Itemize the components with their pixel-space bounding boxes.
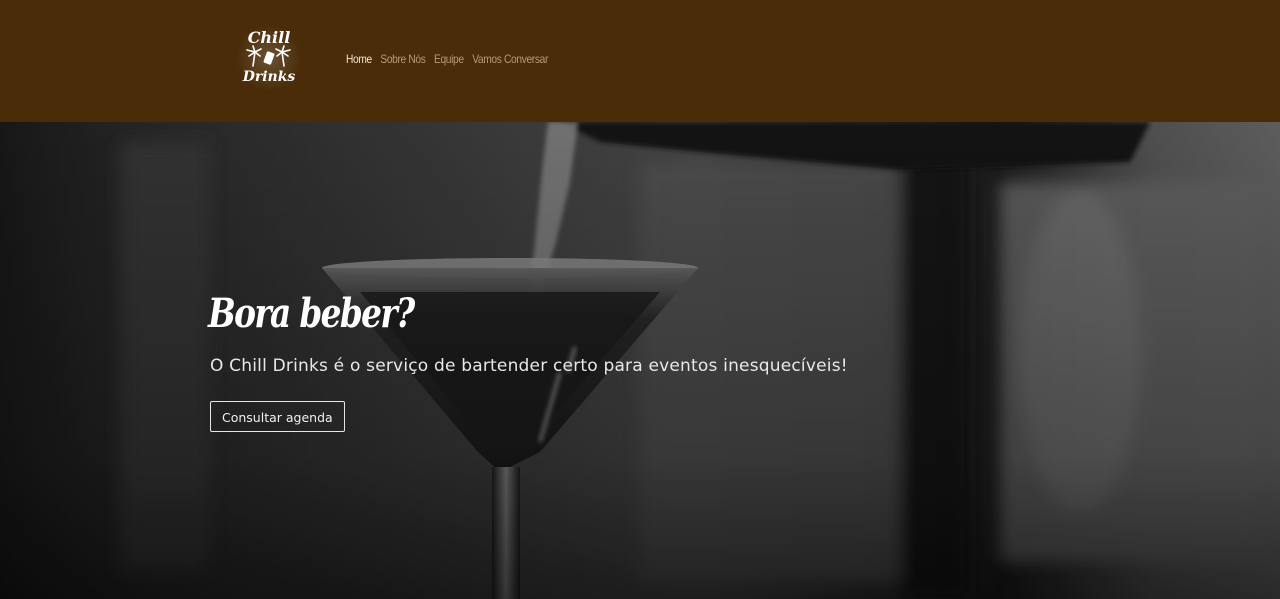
- nav-item-home[interactable]: Home: [346, 52, 372, 66]
- logo-text-line1: Chill: [248, 28, 291, 47]
- logo-emblem-icon: Chill Drinks: [236, 25, 302, 91]
- hero-subtitle: O Chill Drinks é o serviço de bartender …: [210, 356, 848, 376]
- logo-text-line2: Drinks: [242, 69, 296, 85]
- main-nav: Home Sobre Nós Equipe Vamos Conversar: [346, 52, 548, 66]
- nav-item-equipe[interactable]: Equipe: [434, 52, 464, 66]
- hero-title: Bora beber?: [208, 290, 415, 337]
- brand-logo[interactable]: Chill Drinks: [234, 22, 304, 92]
- navbar: Chill Drinks Home Sobre Nós Equipe Vamos…: [0, 0, 1280, 122]
- consultar-agenda-button[interactable]: Consultar agenda: [210, 401, 345, 432]
- hero-section: Bora beber? O Chill Drinks é o serviço d…: [0, 122, 1280, 599]
- nav-item-sobre-nos[interactable]: Sobre Nós: [380, 52, 425, 66]
- nav-item-vamos-conversar[interactable]: Vamos Conversar: [472, 52, 548, 66]
